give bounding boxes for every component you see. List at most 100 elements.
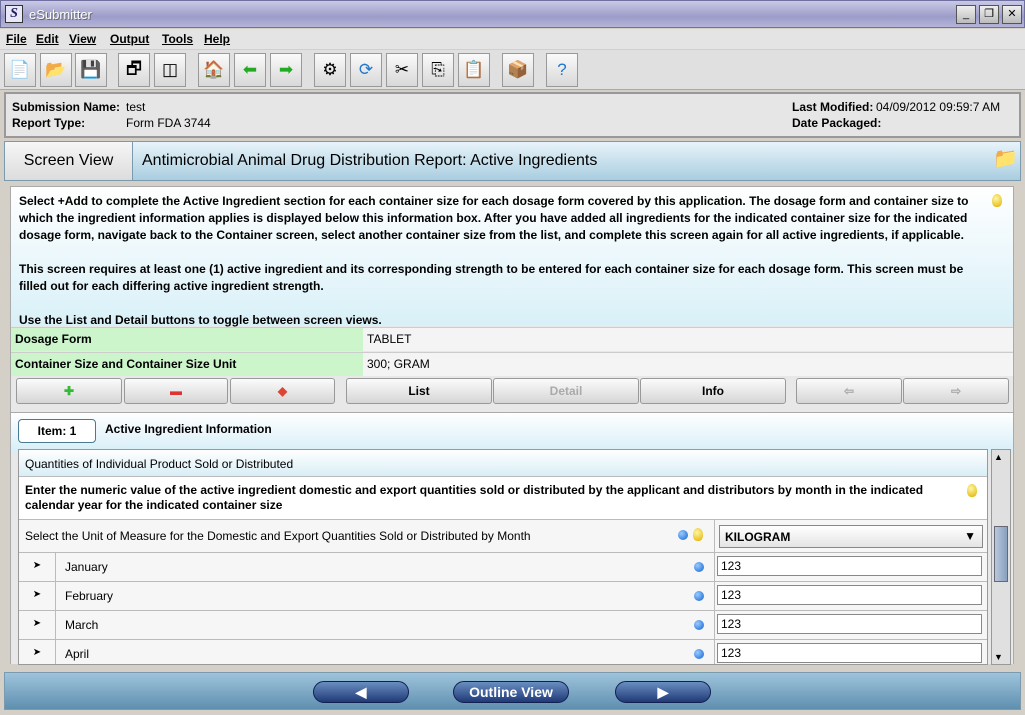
report-type: Form FDA 3744 — [126, 116, 211, 130]
dosage-form-row: Dosage Form TABLET — [11, 327, 1013, 351]
outline-view-button[interactable]: Outline View — [453, 681, 569, 703]
cut-icon[interactable]: ✂ — [386, 53, 418, 87]
scroll-thumb[interactable] — [994, 526, 1008, 582]
unit-value: KILOGRAM — [725, 530, 791, 544]
previous-item-button[interactable]: ⇦ — [796, 378, 902, 404]
dosage-form-value: TABLET — [367, 332, 412, 346]
submission-info: Submission Name: test Report Type: Form … — [4, 92, 1021, 138]
forward-icon[interactable]: ➡ — [270, 53, 302, 87]
month-row: ➤ January 123 — [19, 553, 987, 582]
february-input[interactable]: 123 — [717, 585, 982, 605]
footer-nav: ◀ Outline View ▶ — [4, 672, 1021, 710]
month-label: March — [65, 618, 99, 632]
required-dot-icon — [694, 649, 704, 659]
container-size-row: Container Size and Container Size Unit 3… — [11, 352, 1013, 376]
gears-icon[interactable]: ⚙ — [314, 53, 346, 87]
row-expand-icon[interactable]: ➤ — [19, 611, 56, 639]
last-modified-label: Last Modified: — [792, 100, 874, 114]
item-panel: Item: 1 Active Ingredient Information Qu… — [11, 412, 1013, 665]
container-size-value: 300; GRAM — [367, 357, 430, 371]
month-label: April — [65, 647, 90, 661]
list-button[interactable]: List — [346, 378, 492, 404]
remove-button[interactable]: ▬ — [124, 378, 228, 404]
grid-instructions: Enter the numeric value of the active in… — [19, 477, 987, 520]
page-title: Antimicrobial Animal Drug Distribution R… — [142, 152, 598, 169]
instructions-box: Select +Add to complete the Active Ingre… — [11, 187, 1013, 327]
previous-screen-button[interactable]: ◀ — [313, 681, 409, 703]
month-label: February — [65, 589, 114, 603]
january-input[interactable]: 123 — [717, 556, 982, 576]
info-button[interactable]: Info — [640, 378, 786, 404]
row-expand-icon[interactable]: ➤ — [19, 582, 56, 610]
hint-bulb-icon[interactable] — [992, 194, 1002, 207]
required-dot-icon — [694, 591, 704, 601]
submission-name: test — [126, 100, 146, 114]
required-dot-icon — [694, 620, 704, 630]
vertical-scrollbar[interactable]: ▲ ▼ — [991, 449, 1011, 665]
march-input[interactable]: 123 — [717, 614, 982, 634]
instruction-text: This screen requires at least one (1) ac… — [19, 262, 964, 293]
hint-bulb-icon[interactable] — [693, 528, 703, 541]
row-expand-icon[interactable]: ➤ — [19, 640, 56, 664]
detail-button[interactable]: Detail — [493, 378, 639, 404]
menu-edit[interactable]: Edit — [36, 32, 59, 46]
back-icon[interactable]: ⬅ — [234, 53, 266, 87]
unit-label: Select the Unit of Measure for the Domes… — [25, 529, 531, 543]
submission-name-label: Submission Name: — [12, 100, 121, 114]
menu-tools[interactable]: Tools — [162, 32, 193, 46]
required-dot-icon — [678, 530, 688, 540]
delete-button[interactable]: ◆ — [230, 378, 335, 404]
tile-icon[interactable]: ◫ — [154, 53, 186, 87]
help-folder-icon[interactable]: 📁 — [993, 146, 1018, 171]
item-tab[interactable]: Item: 1 — [18, 419, 96, 443]
last-modified: 04/09/2012 09:59:7 AM — [876, 100, 1001, 114]
section-header: Quantities of Individual Product Sold or… — [19, 450, 987, 477]
maximize-button[interactable]: ❐ — [979, 5, 999, 24]
quantities-grid: Quantities of Individual Product Sold or… — [18, 449, 988, 665]
month-row: ➤ April 123 — [19, 640, 987, 664]
container-size-label: Container Size and Container Size Unit — [11, 353, 363, 376]
toolbar: 📄 📂 💾 🗗 ◫ 🏠 ⬅ ➡ ⚙ ⟳ ✂ ⎘ 📋 📦 ? — [0, 50, 1025, 90]
month-label: January — [65, 560, 108, 574]
app-logo: S — [5, 5, 23, 23]
menu-help[interactable]: Help — [204, 32, 230, 46]
copy-icon[interactable]: ⎘ — [422, 53, 454, 87]
unit-select[interactable]: KILOGRAM ▼ — [719, 525, 983, 548]
help-icon[interactable]: ? — [546, 53, 578, 87]
scroll-down-icon[interactable]: ▼ — [994, 652, 1003, 662]
row-expand-icon[interactable]: ➤ — [19, 553, 56, 581]
required-dot-icon — [694, 562, 704, 572]
window-title: eSubmitter — [29, 7, 92, 22]
menu-view[interactable]: View — [69, 32, 96, 46]
refresh-icon[interactable]: ⟳ — [350, 53, 382, 87]
next-screen-button[interactable]: ▶ — [615, 681, 711, 703]
instructions-text: Enter the numeric value of the active in… — [25, 483, 924, 512]
next-item-button[interactable]: ⇨ — [903, 378, 1009, 404]
april-input[interactable]: 123 — [717, 643, 982, 663]
package-icon[interactable]: 📦 — [502, 53, 534, 87]
month-row: ➤ February 123 — [19, 582, 987, 611]
scroll-up-icon[interactable]: ▲ — [994, 452, 1003, 462]
cascade-icon[interactable]: 🗗 — [118, 53, 150, 87]
menu-bar: File Edit View Output Tools Help — [0, 29, 1025, 49]
save-icon[interactable]: 💾 — [75, 53, 107, 87]
hint-bulb-icon[interactable] — [967, 484, 977, 497]
minimize-button[interactable]: _ — [956, 5, 976, 24]
home-icon[interactable]: 🏠 — [198, 53, 230, 87]
date-packaged-label: Date Packaged: — [792, 116, 882, 130]
close-button[interactable]: ✕ — [1002, 5, 1022, 24]
menu-output[interactable]: Output — [110, 32, 149, 46]
month-row: ➤ March 123 — [19, 611, 987, 640]
open-icon[interactable]: 📂 — [40, 53, 72, 87]
new-icon[interactable]: 📄 — [4, 53, 36, 87]
item-label: Active Ingredient Information — [105, 422, 272, 436]
title-bar: S eSubmitter _ ❐ ✕ — [0, 0, 1025, 28]
dosage-form-label: Dosage Form — [11, 328, 363, 351]
paste-icon[interactable]: 📋 — [458, 53, 490, 87]
instruction-text: Select +Add to complete the Active Ingre… — [19, 194, 969, 242]
screen-view-tab[interactable]: Screen View — [5, 142, 133, 180]
report-type-label: Report Type: — [12, 116, 86, 130]
menu-file[interactable]: File — [6, 32, 27, 46]
add-button[interactable]: ✚ — [16, 378, 122, 404]
main-panel: Select +Add to complete the Active Ingre… — [10, 186, 1014, 665]
